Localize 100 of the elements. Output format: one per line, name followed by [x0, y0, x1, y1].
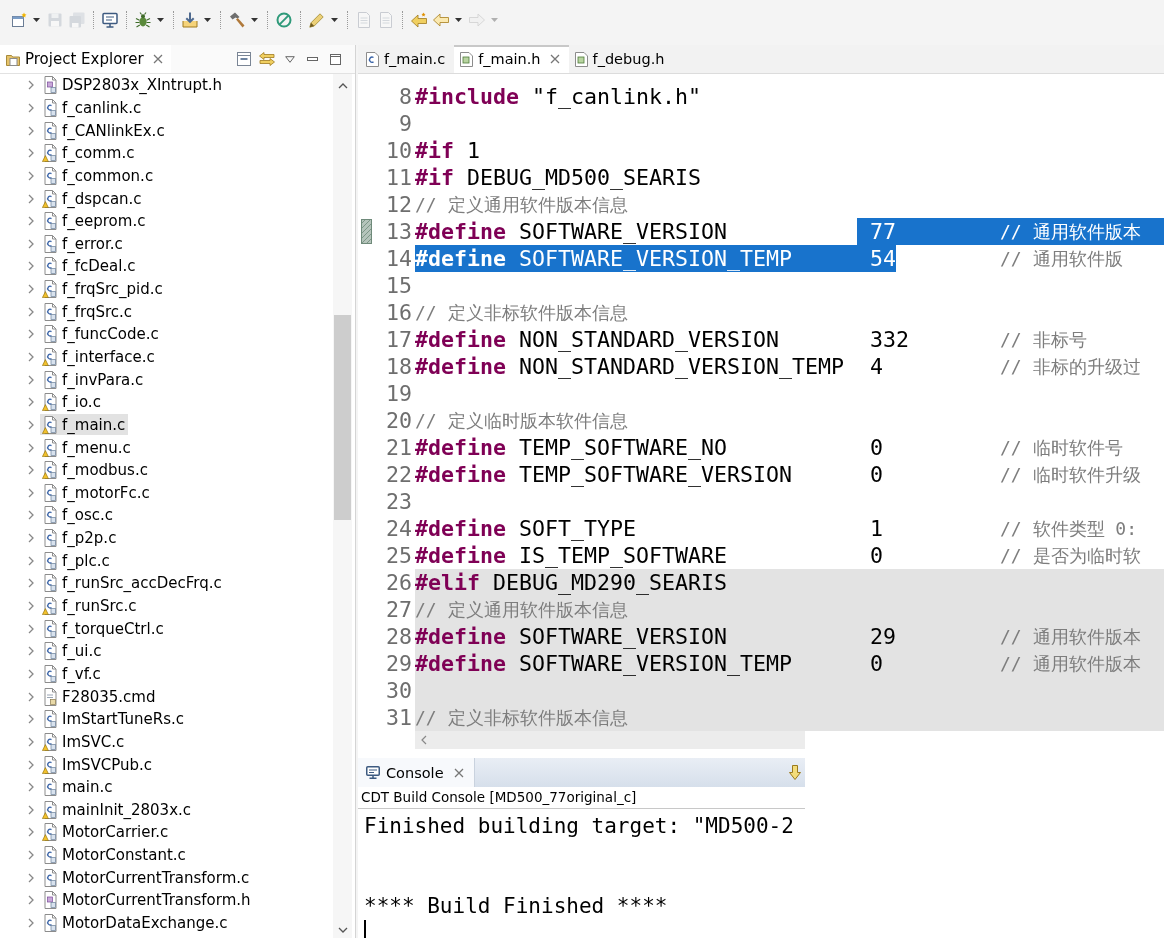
- chevron-icon[interactable]: [28, 397, 34, 408]
- scrollbar-thumb[interactable]: [334, 315, 351, 520]
- chevron-icon[interactable]: [28, 148, 34, 159]
- chevron-icon[interactable]: [28, 918, 34, 928]
- tree-item[interactable]: f_io.c: [40, 391, 104, 413]
- tree-item[interactable]: f_canlink.c: [40, 97, 145, 119]
- console-tab[interactable]: Console: [358, 758, 475, 787]
- chevron-icon[interactable]: [28, 261, 34, 272]
- code-value: 54: [857, 245, 897, 272]
- chevron-icon[interactable]: [28, 533, 34, 544]
- tree-item[interactable]: mainInit_2803x.c: [40, 799, 195, 821]
- chevron-icon[interactable]: [28, 736, 34, 747]
- chevron-icon[interactable]: [28, 691, 34, 702]
- chevron-icon[interactable]: [28, 714, 34, 725]
- code-comment: // 非标的升级过: [1000, 355, 1141, 379]
- tree-item[interactable]: f_frqSrc.c: [40, 301, 136, 323]
- tree-item[interactable]: f_interface.c: [40, 346, 158, 368]
- chevron-icon[interactable]: [28, 668, 34, 679]
- chevron-left-icon[interactable]: [421, 735, 427, 745]
- chevron-down-icon[interactable]: [337, 927, 348, 933]
- tree-item[interactable]: f_CANlinkEx.c: [40, 120, 168, 142]
- bug-icon: [135, 12, 151, 28]
- tree-item[interactable]: f_funcCode.c: [40, 323, 162, 345]
- chevron-icon[interactable]: [28, 352, 34, 362]
- tree-item[interactable]: f_common.c: [40, 165, 157, 187]
- chevron-icon[interactable]: [28, 872, 34, 883]
- chevron-icon[interactable]: [28, 216, 34, 227]
- tree-item[interactable]: f_motorFc.c: [40, 482, 153, 504]
- tree-item[interactable]: f_torqueCtrl.c: [40, 618, 167, 640]
- close-icon[interactable]: [152, 54, 163, 64]
- chevron-icon[interactable]: [28, 465, 34, 476]
- tree-item[interactable]: f_osc.c: [40, 505, 117, 526]
- chevron-icon[interactable]: [28, 555, 34, 566]
- tree-item[interactable]: MotorCurrentTransform.h: [40, 889, 254, 911]
- chevron-icon[interactable]: [28, 850, 34, 861]
- tree-item[interactable]: ImSVCPub.c: [40, 754, 156, 776]
- chevron-icon[interactable]: [28, 827, 34, 838]
- tree-item[interactable]: f_dspcan.c: [40, 188, 145, 209]
- tree-item[interactable]: f_ui.c: [40, 640, 105, 662]
- code-value: 1: [869, 515, 884, 542]
- caret-icon: [203, 18, 211, 22]
- tree-item[interactable]: ImSVC.c: [40, 731, 128, 753]
- chevron-icon[interactable]: [28, 895, 34, 906]
- chevron-icon[interactable]: [28, 510, 34, 521]
- chevron-icon[interactable]: [28, 170, 34, 181]
- chevron-icon[interactable]: [28, 578, 34, 589]
- line-number: 18: [385, 353, 413, 380]
- chevron-icon[interactable]: [28, 193, 34, 204]
- tree-item[interactable]: f_comm.c: [40, 142, 138, 164]
- document-icon: [378, 12, 394, 28]
- collapse-all-button[interactable]: [234, 49, 253, 69]
- chevron-icon[interactable]: [28, 601, 34, 612]
- close-icon[interactable]: [453, 767, 464, 778]
- chevron-icon[interactable]: [28, 804, 34, 815]
- chevron-icon[interactable]: [28, 442, 34, 453]
- tree-item[interactable]: DSP2803x_XIntrupt.h: [40, 74, 226, 96]
- chevron-icon[interactable]: [28, 374, 34, 385]
- editor-tab[interactable]: f_main.h: [454, 45, 569, 73]
- tree-item[interactable]: f_modbus.c: [40, 459, 151, 481]
- tree-item[interactable]: f_main.c: [40, 414, 129, 436]
- chevron-icon[interactable]: [28, 306, 34, 317]
- chevron-icon[interactable]: [28, 102, 34, 113]
- view-tab[interactable]: Project Explorer: [0, 45, 171, 73]
- tree-item[interactable]: f_runSrc.c: [40, 595, 140, 617]
- tree-item[interactable]: f_frqSrc_pid.c: [40, 278, 166, 300]
- editor-tab[interactable]: f_main.c: [360, 45, 455, 73]
- chevron-up-icon[interactable]: [337, 83, 348, 89]
- chevron-icon[interactable]: [28, 284, 34, 295]
- chevron-icon[interactable]: [28, 623, 34, 634]
- chevron-icon[interactable]: [28, 782, 34, 793]
- chevron-icon[interactable]: [28, 487, 34, 498]
- tree-item[interactable]: ImStartTuneRs.c: [40, 708, 188, 730]
- line-number: 27: [385, 596, 413, 623]
- tree-item[interactable]: MotorCurrentTransform.c: [40, 867, 253, 889]
- tree-item[interactable]: main.c: [40, 776, 116, 798]
- chevron-icon[interactable]: [28, 238, 34, 249]
- tree-item[interactable]: F28035.cmd: [40, 686, 159, 708]
- tree-item[interactable]: f_menu.c: [40, 437, 134, 459]
- chevron-icon[interactable]: [28, 759, 34, 770]
- tree-item[interactable]: f_eeprom.c: [40, 210, 149, 232]
- close-icon[interactable]: [549, 54, 560, 64]
- tree-item[interactable]: MotorDataExchange.c: [40, 912, 231, 934]
- tree-item[interactable]: MotorConstant.c: [40, 844, 189, 866]
- editor-tab[interactable]: f_debug.h: [568, 45, 674, 73]
- code-value: 77: [857, 218, 1000, 245]
- chevron-icon[interactable]: [28, 125, 34, 136]
- tree-item[interactable]: f_p2p.c: [40, 527, 120, 549]
- chevron-icon[interactable]: [28, 646, 34, 657]
- tree-item[interactable]: f_fcDeal.c: [40, 255, 139, 277]
- tree-item[interactable]: f_plc.c: [40, 550, 113, 572]
- tree-item[interactable]: f_runSrc_accDecFrq.c: [40, 572, 225, 594]
- tree-item[interactable]: f_error.c: [40, 233, 126, 255]
- chevron-icon[interactable]: [28, 329, 34, 340]
- link-editor-button[interactable]: [257, 49, 276, 69]
- tree-item[interactable]: f_vf.c: [40, 663, 104, 685]
- chevron-icon[interactable]: [28, 80, 34, 91]
- collapse-all-icon: [236, 52, 251, 66]
- chevron-icon[interactable]: [28, 419, 34, 430]
- tree-item[interactable]: MotorCarrier.c: [40, 821, 172, 843]
- tree-item[interactable]: f_invPara.c: [40, 369, 147, 391]
